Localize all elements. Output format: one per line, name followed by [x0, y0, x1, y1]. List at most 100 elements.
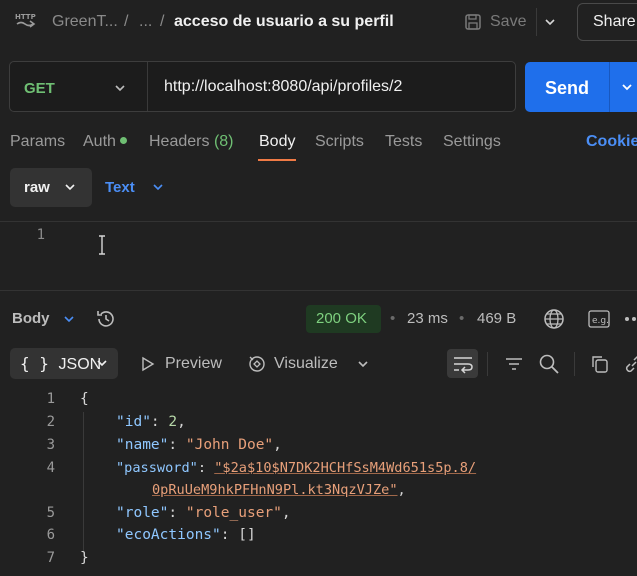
send-label: Send — [545, 78, 590, 98]
json-value[interactable]: "$2a$10$N7DK2HCHfSsM4Wd651s5p.8/ — [214, 460, 476, 476]
json-value: [] — [238, 527, 256, 543]
divider — [487, 352, 488, 376]
line-number: 1 — [36, 227, 45, 243]
divider — [536, 8, 537, 36]
tab-auth[interactable]: Auth — [83, 133, 127, 151]
url-input[interactable]: http://localhost:8080/api/profiles/2 — [164, 78, 402, 96]
braces-icon: { } — [20, 354, 49, 373]
code-text: { — [80, 391, 89, 407]
code-line: 5 "role": "role_user", — [0, 505, 637, 527]
save-example-icon[interactable]: e.g. — [588, 309, 610, 329]
link-icon[interactable] — [624, 354, 637, 374]
code-line: 4 "password": "$2a$10$N7DK2HCHfSsM4Wd651… — [0, 460, 637, 482]
svg-text:e.g.: e.g. — [592, 316, 609, 326]
send-options-chevron-icon[interactable] — [620, 80, 634, 94]
json-key: "role" — [116, 505, 169, 521]
json-value: "role_user" — [185, 505, 282, 521]
globe-icon[interactable] — [543, 308, 565, 330]
code-line: 2 "id": 2, — [0, 414, 637, 436]
line-number: 1 — [46, 391, 55, 407]
tab-headers[interactable]: Headers (8) — [149, 133, 234, 151]
share-button[interactable]: Share — [577, 3, 637, 41]
code-line: 1 { — [0, 391, 637, 413]
request-body-editor[interactable] — [0, 221, 637, 291]
wrap-lines-icon — [452, 354, 474, 374]
filter-icon[interactable] — [504, 354, 524, 374]
tab-headers-label: Headers — [149, 133, 210, 150]
breadcrumb-ellipsis[interactable]: ... — [139, 13, 152, 31]
json-key: "id" — [116, 414, 151, 430]
visualize-icon — [247, 354, 267, 374]
visualize-button[interactable]: Visualize — [274, 355, 338, 373]
breadcrumb-separator: / — [124, 13, 129, 30]
request-header: HTTP GreenT... / ... / acceso de usuario… — [0, 0, 637, 46]
line-number: 2 — [46, 414, 55, 430]
response-body-label[interactable]: Body — [12, 310, 50, 327]
json-value: 2 — [168, 414, 178, 430]
code-text: "password": "$2a$10$N7DK2HCHfSsM4Wd651s5… — [116, 460, 477, 476]
save-button[interactable]: Save — [464, 9, 526, 35]
tab-params[interactable]: Params — [10, 133, 65, 151]
response-time[interactable]: 23 ms — [407, 310, 448, 327]
json-key: "ecoActions" — [116, 527, 221, 543]
separator-dot: • — [459, 310, 465, 327]
status-badge[interactable]: 200 OK — [306, 305, 381, 333]
code-text: "id": 2, — [116, 414, 186, 430]
response-size[interactable]: 469 B — [477, 310, 516, 327]
json-key: "password" — [116, 460, 198, 476]
json-view-label: { } JSON — [20, 354, 102, 373]
body-mode-chevron-icon[interactable] — [63, 180, 77, 194]
save-label: Save — [490, 13, 527, 30]
json-key: "name" — [116, 437, 169, 453]
search-icon[interactable] — [538, 353, 560, 375]
preview-button[interactable]: Preview — [165, 355, 222, 373]
request-title[interactable]: acceso de usuario a su perfil — [174, 13, 394, 31]
auth-status-dot-icon — [119, 137, 127, 144]
body-format-select[interactable]: Text — [105, 179, 135, 196]
headers-count: (8) — [213, 133, 234, 150]
copy-icon[interactable] — [590, 354, 610, 374]
divider — [574, 352, 575, 376]
line-number: 5 — [46, 505, 55, 521]
play-icon — [140, 356, 156, 372]
body-mode-label: raw — [24, 179, 50, 196]
code-line: 7 } — [0, 550, 637, 572]
line-number: 6 — [46, 527, 55, 543]
divider — [609, 62, 610, 112]
cookies-link[interactable]: Cookie — [586, 133, 637, 151]
method-select[interactable]: GET — [24, 80, 55, 97]
code-text: "ecoActions": [] — [116, 527, 256, 543]
method-chevron-icon[interactable] — [113, 81, 127, 95]
view-chevron-icon[interactable] — [95, 356, 109, 370]
visualize-chevron-icon[interactable] — [356, 357, 370, 371]
active-tab-indicator — [258, 159, 296, 161]
text-cursor-icon — [97, 235, 107, 255]
code-text: "name": "John Doe", — [116, 437, 282, 453]
separator-dot: • — [390, 310, 396, 327]
code-text: "role": "role_user", — [116, 505, 291, 521]
http-icon: HTTP — [15, 10, 37, 32]
response-chevron-icon[interactable] — [62, 312, 76, 326]
line-number: 3 — [46, 437, 55, 453]
more-options-icon[interactable] — [624, 316, 637, 322]
tab-settings[interactable]: Settings — [443, 133, 501, 151]
code-line: 6 "ecoActions": [] — [0, 527, 637, 549]
save-icon — [464, 13, 482, 31]
code-text: } — [80, 550, 89, 566]
save-options-chevron-icon[interactable] — [543, 15, 557, 29]
tab-tests[interactable]: Tests — [385, 133, 422, 151]
body-format-chevron-icon[interactable] — [151, 180, 165, 194]
line-number: 7 — [46, 550, 55, 566]
tab-scripts[interactable]: Scripts — [315, 133, 364, 151]
tab-auth-label: Auth — [83, 133, 116, 150]
json-value-continuation[interactable]: 0pRuUeM9hkPFHnN9Pl.kt3NqzVJZe" — [152, 482, 398, 498]
breadcrumb-workspace[interactable]: GreenT... — [52, 13, 118, 31]
breadcrumb-separator: / — [160, 13, 165, 30]
history-icon[interactable] — [95, 308, 117, 330]
svg-text:HTTP: HTTP — [15, 13, 36, 21]
tab-body[interactable]: Body — [259, 133, 295, 151]
divider — [147, 62, 148, 111]
code-text: 0pRuUeM9hkPFHnN9Pl.kt3NqzVJZe", — [152, 482, 406, 498]
code-line: 3 "name": "John Doe", — [0, 437, 637, 459]
body-mode-select[interactable] — [10, 168, 92, 207]
